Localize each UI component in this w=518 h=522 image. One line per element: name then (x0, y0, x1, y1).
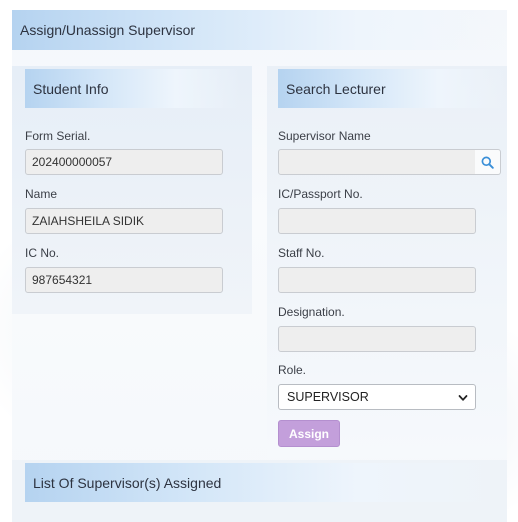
search-lecturer-heading: Search Lecturer (278, 69, 507, 108)
designation-field[interactable] (278, 326, 476, 352)
form-serial-label: Form Serial. (25, 129, 91, 143)
supervisor-name-label: Supervisor Name (278, 129, 371, 143)
role-label: Role. (278, 363, 307, 377)
ic-passport-label: IC/Passport No. (278, 187, 363, 201)
staff-no-label: Staff No. (278, 246, 325, 260)
chevron-down-icon (458, 395, 468, 401)
supervisor-name-input[interactable] (278, 149, 476, 175)
assign-button[interactable]: Assign (278, 420, 340, 447)
staff-no-field[interactable] (278, 267, 476, 293)
role-select[interactable]: SUPERVISOR (278, 384, 476, 410)
ic-no-field[interactable]: 987654321 (25, 267, 223, 293)
page-title: Assign/Unassign Supervisor (12, 10, 507, 50)
name-label: Name (25, 187, 58, 201)
ic-passport-field[interactable] (278, 208, 476, 234)
search-icon (481, 156, 494, 169)
designation-label: Designation. (278, 305, 345, 319)
search-button[interactable] (475, 149, 501, 175)
role-selected-value: SUPERVISOR (287, 390, 369, 404)
form-serial-field[interactable]: 202400000057 (25, 149, 223, 175)
ic-no-label: IC No. (25, 246, 60, 260)
student-info-heading: Student Info (25, 69, 240, 108)
assigned-list-heading: List Of Supervisor(s) Assigned (25, 463, 500, 502)
name-field[interactable]: ZAIAHSHEILA SIDIK (25, 208, 223, 234)
